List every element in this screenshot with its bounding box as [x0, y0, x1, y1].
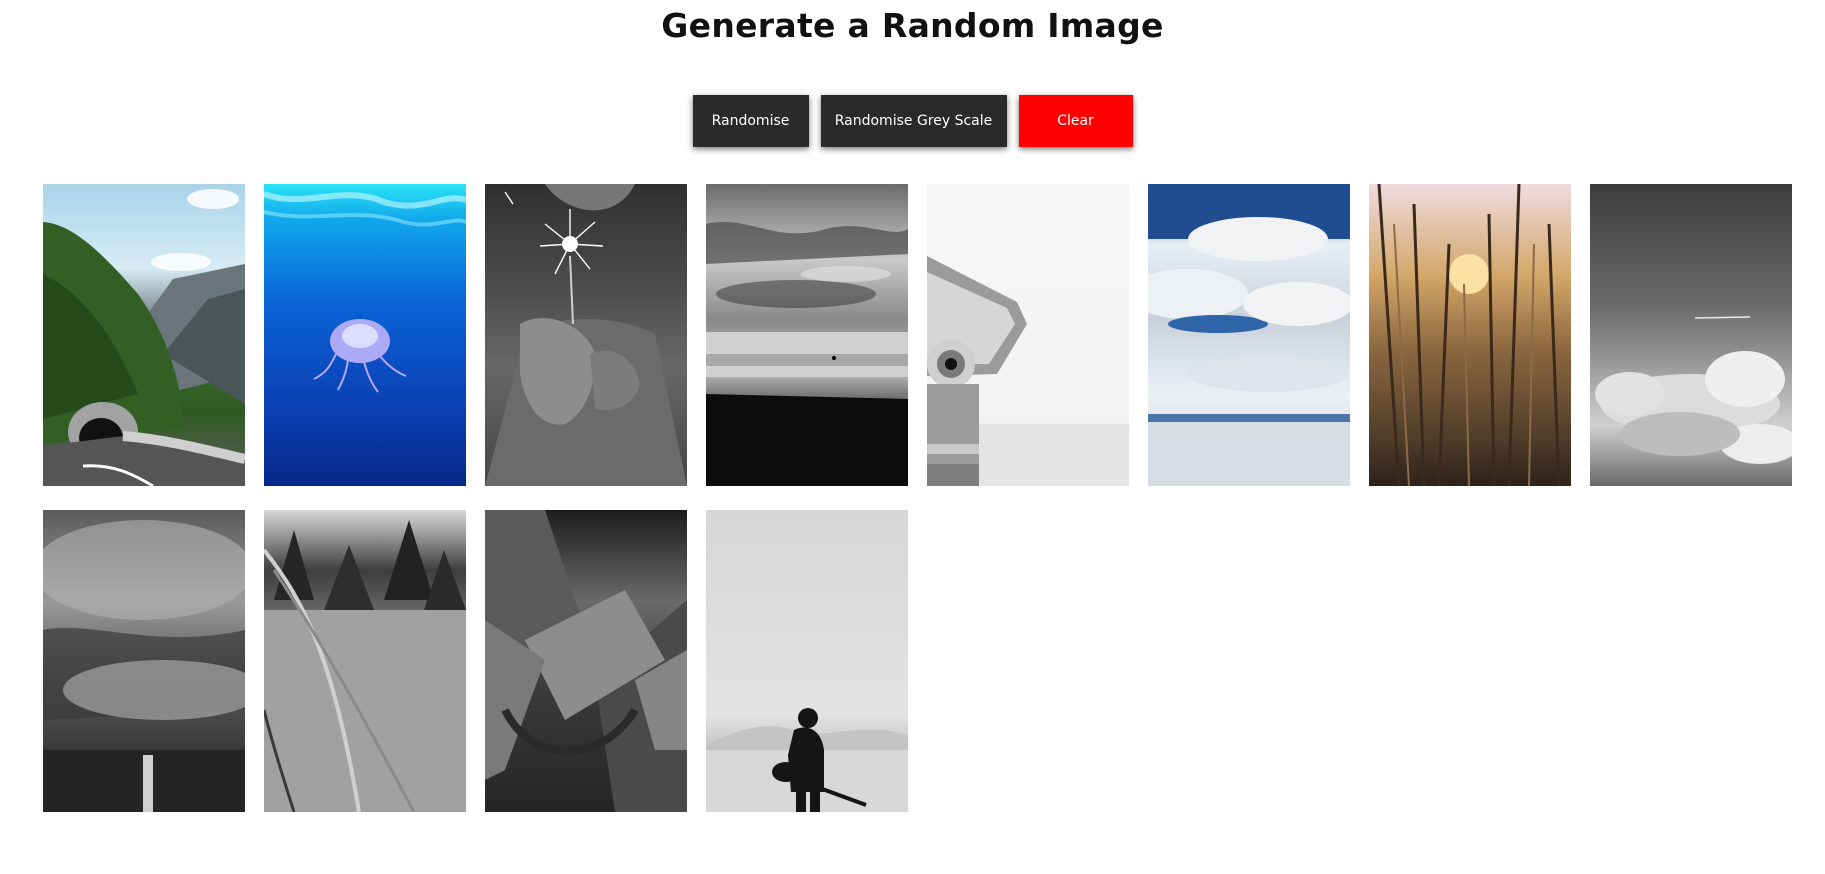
- gallery-image[interactable]: [485, 510, 687, 812]
- gallery-image[interactable]: [264, 510, 466, 812]
- sunset-reeds-image: [1377, 184, 1561, 486]
- page-title: Generate a Random Image: [661, 6, 1164, 45]
- gallery-image[interactable]: [1590, 184, 1792, 486]
- misty-forest-image: [43, 520, 245, 812]
- image-gallery: [43, 184, 1803, 812]
- gallery-image[interactable]: [1369, 184, 1571, 486]
- cloud-reflection-image: [1148, 184, 1350, 486]
- gallery-image[interactable]: [706, 184, 908, 486]
- randomise-grey-scale-button[interactable]: Randomise Grey Scale: [820, 95, 1007, 147]
- coin-binoculars-image: [927, 256, 1129, 486]
- guitarist-desert-image: [706, 708, 908, 812]
- gallery-image[interactable]: [1148, 184, 1350, 486]
- gallery-image[interactable]: [927, 184, 1129, 486]
- gallery-image[interactable]: [43, 510, 245, 812]
- sparkler-hands-image: [485, 184, 687, 486]
- randomise-button[interactable]: Randomise: [692, 95, 809, 147]
- beach-seascape-image: [706, 221, 908, 486]
- jellyfish-underwater-image: [264, 191, 466, 393]
- mountain-road-tunnel-image: [43, 189, 245, 486]
- gallery-image[interactable]: [43, 184, 245, 486]
- gallery-image[interactable]: [264, 184, 466, 486]
- clear-button[interactable]: Clear: [1018, 95, 1133, 147]
- gallery-image[interactable]: [485, 184, 687, 486]
- tall-grass-trees-image: [264, 520, 466, 812]
- button-row: Randomise Randomise Grey Scale Clear: [0, 95, 1825, 147]
- arch-ceiling-image: [485, 510, 687, 812]
- cloud-sky-image: [1595, 316, 1792, 464]
- gallery-image[interactable]: [706, 510, 908, 812]
